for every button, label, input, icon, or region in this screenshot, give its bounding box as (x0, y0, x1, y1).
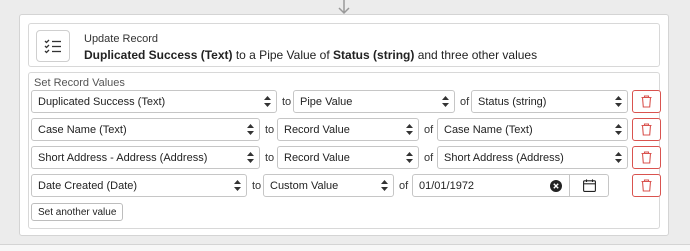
select-caret-icon (247, 124, 254, 135)
delete-row-button[interactable] (632, 174, 661, 197)
value-select-value: Case Name (Text) (444, 123, 533, 136)
source-select[interactable]: Pipe Value (293, 90, 455, 113)
select-caret-icon (247, 152, 254, 163)
value-select-value: Status (string) (478, 95, 547, 108)
to-label: to (252, 180, 262, 192)
value-select[interactable]: Short Address (Address) (437, 146, 628, 169)
select-caret-icon (234, 180, 241, 191)
select-caret-icon (406, 124, 413, 135)
value-select[interactable]: Status (string) (471, 90, 628, 113)
field-select-value: Case Name (Text) (38, 123, 127, 136)
delete-row-button[interactable] (632, 146, 661, 169)
set-another-value-button[interactable]: Set another value (31, 203, 124, 221)
source-select[interactable]: Record Value (277, 146, 419, 169)
source-select[interactable]: Custom Value (263, 174, 394, 197)
field-select[interactable]: Duplicated Success (Text) (31, 90, 277, 113)
summary-value: Status (string) (333, 48, 415, 62)
field-select-value: Date Created (Date) (38, 179, 138, 192)
trash-icon (641, 123, 652, 136)
select-caret-icon (264, 96, 271, 107)
select-caret-icon (442, 96, 449, 107)
delete-row-button[interactable] (632, 90, 661, 113)
page-bottom-bar (0, 244, 690, 251)
summary-mid: to a Pipe Value of (232, 48, 334, 62)
step-header[interactable]: Update Record Duplicated Success (Text) … (28, 23, 660, 67)
source-select-value: Custom Value (270, 179, 339, 192)
of-label: of (424, 152, 434, 164)
to-label: to (282, 96, 292, 108)
date-value: 01/01/1972 (419, 180, 475, 192)
select-caret-icon (615, 152, 622, 163)
clear-circle-icon[interactable] (550, 180, 562, 192)
source-select-value: Pipe Value (300, 95, 353, 108)
step-summary: Duplicated Success (Text) to a Pipe Valu… (84, 48, 537, 62)
date-divider (569, 175, 570, 196)
source-select-value: Record Value (284, 123, 350, 136)
field-select[interactable]: Short Address - Address (Address) (31, 146, 260, 169)
summary-field: Duplicated Success (Text) (84, 48, 233, 62)
step-title: Update Record (84, 33, 158, 45)
to-label: to (265, 124, 275, 136)
select-caret-icon (381, 180, 388, 191)
summary-tail: and three other values (414, 48, 538, 62)
of-label: of (424, 124, 434, 136)
delete-row-button[interactable] (632, 118, 661, 141)
date-input[interactable]: 01/01/1972 (412, 174, 609, 197)
section-label: Set Record Values (34, 77, 125, 89)
to-label: to (265, 152, 275, 164)
field-select-value: Duplicated Success (Text) (38, 95, 166, 108)
select-caret-icon (406, 152, 413, 163)
of-label: of (399, 180, 409, 192)
of-label: of (460, 96, 470, 108)
trash-icon (641, 95, 652, 108)
source-select[interactable]: Record Value (277, 118, 419, 141)
field-select[interactable]: Case Name (Text) (31, 118, 260, 141)
checklist-icon (36, 30, 70, 62)
select-caret-icon (615, 124, 622, 135)
select-caret-icon (615, 96, 622, 107)
trash-icon (641, 151, 652, 164)
update-record-card: Update Record Duplicated Success (Text) … (19, 14, 669, 236)
field-select-value: Short Address - Address (Address) (38, 151, 208, 164)
value-select-value: Short Address (Address) (444, 151, 564, 164)
source-select-value: Record Value (284, 151, 350, 164)
set-record-values-section: Set Record Values Duplicated Success (Te… (28, 72, 661, 229)
calendar-icon[interactable] (583, 179, 596, 192)
value-select[interactable]: Case Name (Text) (437, 118, 628, 141)
field-select[interactable]: Date Created (Date) (31, 174, 247, 197)
trash-icon (641, 179, 652, 192)
